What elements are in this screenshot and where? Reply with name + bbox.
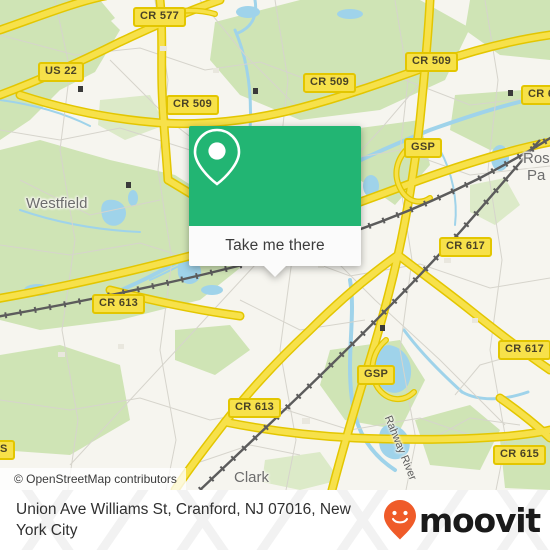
road-shield-cr6-clipped[interactable]: CR 6 (521, 85, 550, 105)
moovit-pin-icon (383, 500, 416, 540)
footer-bar: Union Ave Williams St, Cranford, NJ 0701… (0, 490, 550, 550)
road-shield-cr617-north[interactable]: CR 617 (439, 237, 493, 257)
place-label-clark: Clark (234, 469, 270, 486)
road-shield-cr615[interactable]: CR 615 (493, 445, 547, 465)
road-shield-cr509-east[interactable]: CR 509 (405, 52, 459, 72)
take-me-there-label: Take me there (225, 237, 325, 254)
road-shield-us22[interactable]: US 22 (38, 62, 85, 82)
road-shield-cr613-west[interactable]: CR 613 (92, 294, 146, 314)
callout-action-bar[interactable]: Take me there (189, 226, 361, 277)
callout-header (189, 126, 361, 226)
map-pin-icon (193, 128, 241, 186)
road-shield-cr577[interactable]: CR 577 (133, 7, 187, 27)
moovit-wordmark: moovit (418, 500, 541, 540)
road-shield-cr509-mid[interactable]: CR 509 (303, 73, 357, 93)
road-shield-cr509-west[interactable]: CR 509 (166, 95, 220, 115)
destination-address: Union Ave Williams St, Cranford, NJ 0701… (16, 501, 351, 539)
callout-tip (264, 266, 286, 277)
road-shield-clipped-left[interactable]: S (0, 440, 15, 460)
place-label-roselle: Rose (523, 150, 550, 167)
moovit-map-screen: CR 577 US 22 CR 509 CR 509 CR 509 CR 6 G… (0, 0, 550, 550)
moovit-brand: moovit (383, 499, 541, 541)
road-shield-cr613-south[interactable]: CR 613 (228, 398, 282, 418)
road-shield-cr617-south[interactable]: CR 617 (498, 340, 550, 360)
place-label-park: Pa (527, 167, 546, 184)
map-canvas[interactable]: CR 577 US 22 CR 509 CR 509 CR 509 CR 6 G… (0, 0, 550, 490)
destination-callout[interactable]: Take me there (189, 126, 361, 277)
road-shield-gsp-south[interactable]: GSP (357, 365, 396, 385)
road-shield-gsp-north[interactable]: GSP (404, 138, 443, 158)
place-label-westfield: Westfield (26, 195, 88, 212)
map-attribution[interactable]: © OpenStreetMap contributors (0, 468, 186, 490)
